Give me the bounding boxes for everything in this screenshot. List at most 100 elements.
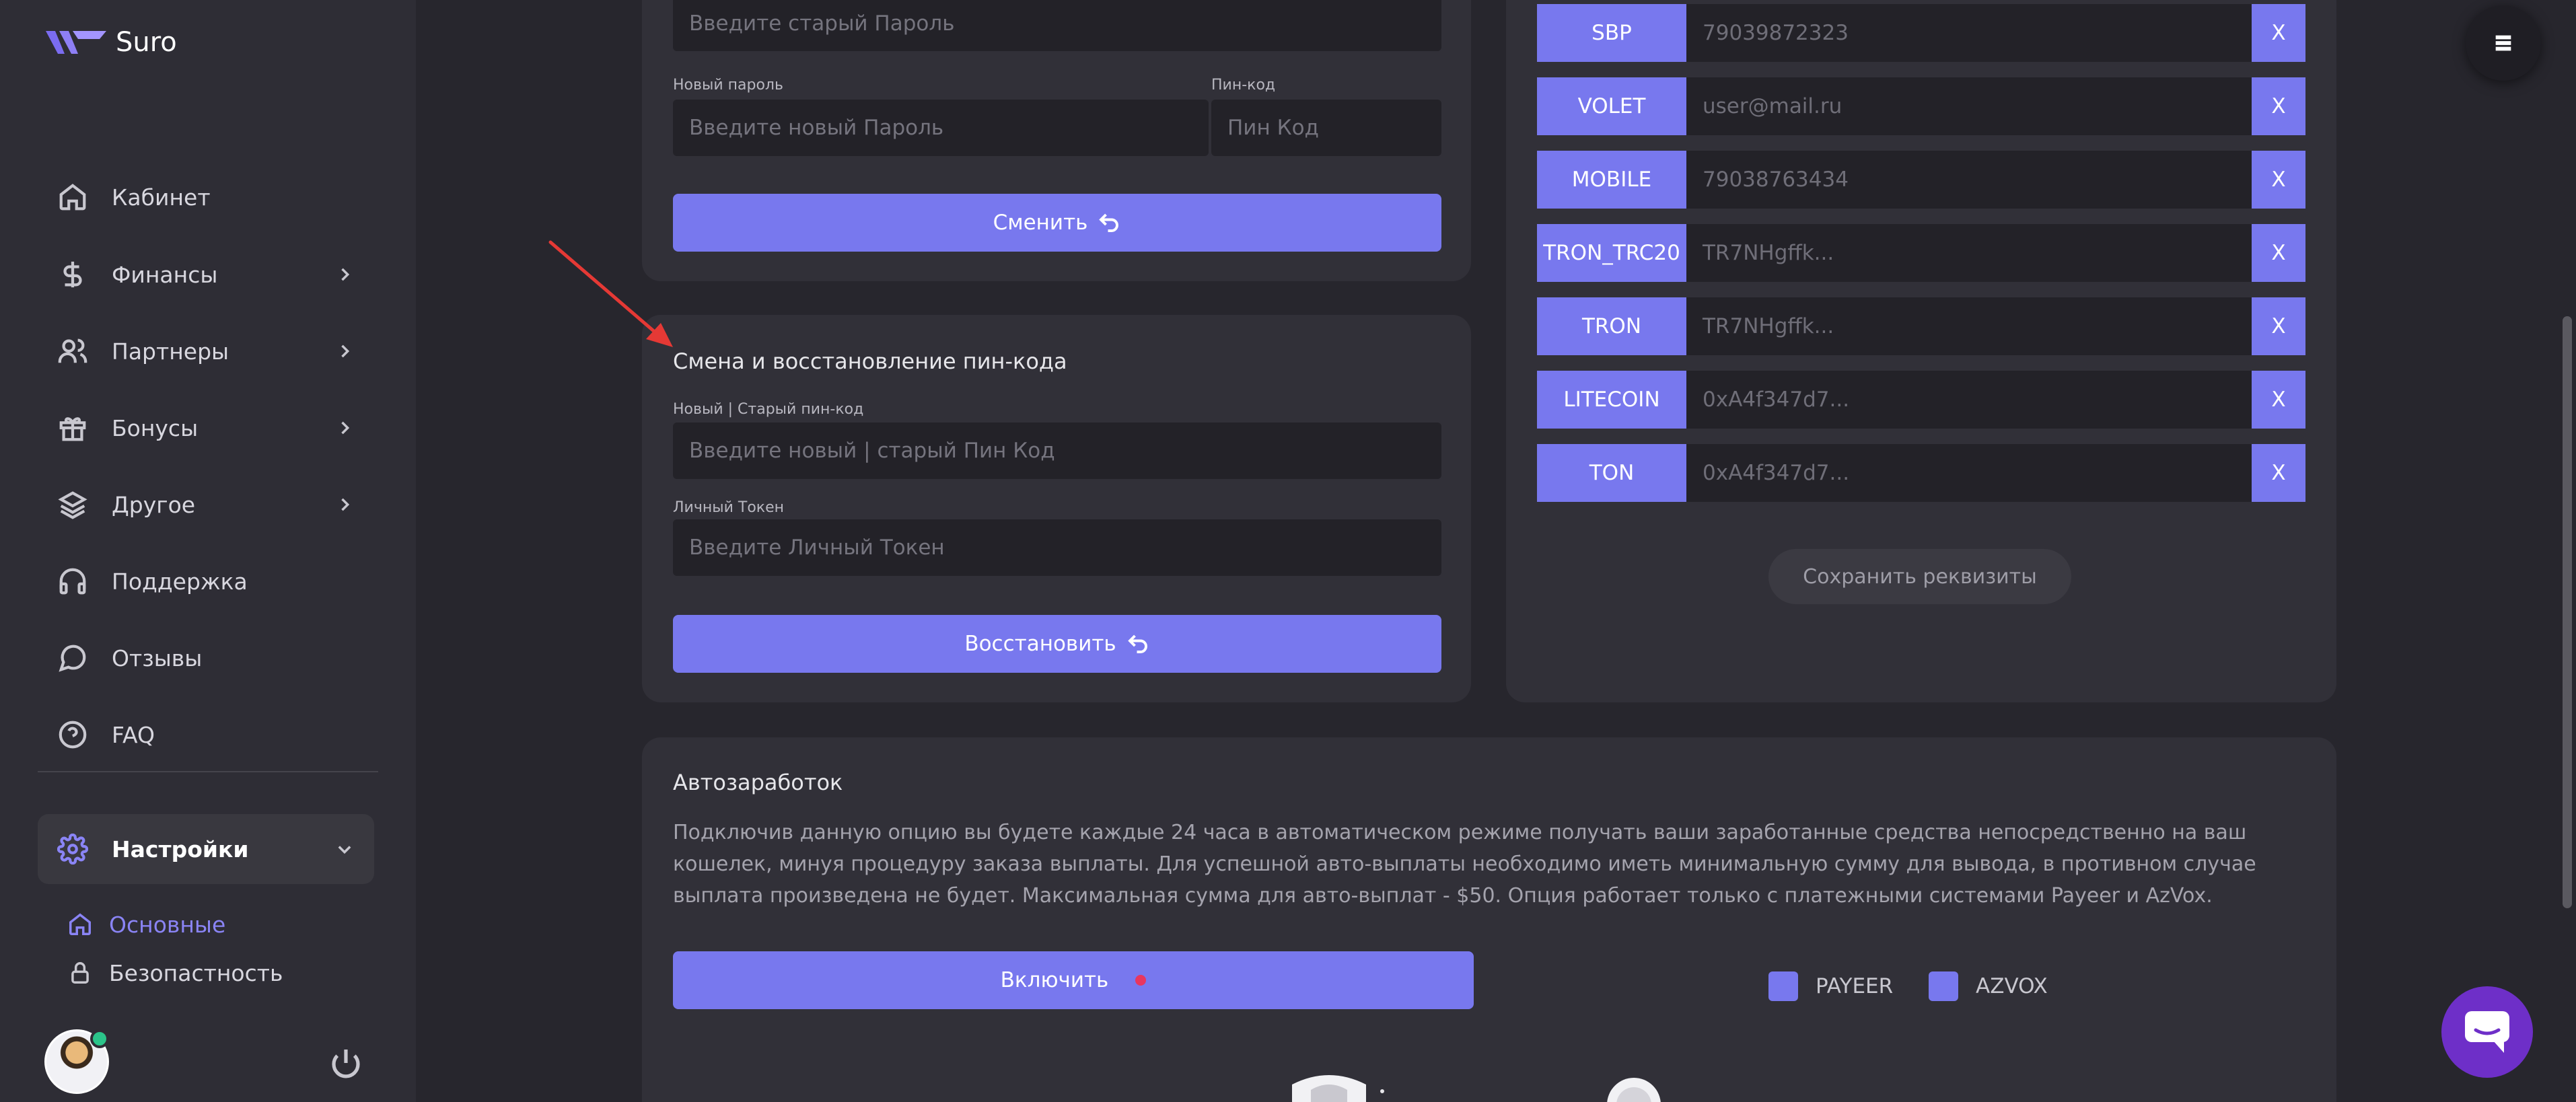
pin-label: Новый | Старый пин-код [673, 401, 864, 418]
sidebar-item-faq[interactable]: FAQ [38, 701, 374, 768]
dollar-icon [55, 257, 90, 292]
status-dot [1135, 975, 1147, 986]
requisite-row-tron: TRON TR7NHgffk... X [1537, 297, 2305, 355]
change-password-button[interactable]: Сменить [673, 194, 1441, 252]
undo-arrow-icon [1127, 634, 1147, 653]
layers-icon [55, 487, 90, 522]
requisite-tag: SBP [1537, 4, 1686, 62]
menu-button[interactable] [2466, 5, 2541, 81]
remove-requisite-button[interactable]: X [2252, 224, 2305, 282]
dot-icon [1380, 1089, 1384, 1093]
sidebar-item-label: Отзывы [112, 645, 203, 671]
requisite-input[interactable]: TR7NHgffk... [1686, 224, 2252, 282]
chevron-down-icon [335, 840, 354, 858]
checkbox-label: PAYEER [1816, 974, 1894, 998]
online-status-dot [90, 1029, 109, 1048]
sidebar-item-bonuses[interactable]: Бонусы [38, 394, 374, 462]
remove-requisite-button[interactable]: X [2252, 371, 2305, 429]
sidebar-item-label: Кабинет [112, 184, 211, 211]
requisite-input[interactable]: 0xA4f347d7... [1686, 371, 2252, 429]
sidebar-subitem-security[interactable]: Безопастность [67, 954, 283, 992]
enable-button-label: Включить [1000, 968, 1109, 992]
sidebar-item-reviews[interactable]: Отзывы [38, 624, 374, 692]
requisite-tag: TON [1537, 444, 1686, 502]
chevron-right-icon [335, 265, 354, 284]
logo-mark-icon [46, 31, 106, 54]
chevron-right-icon [335, 495, 354, 514]
undo-arrow-icon [1099, 213, 1119, 232]
token-label: Личный Токен [673, 499, 784, 516]
brand-name: Suro [116, 27, 177, 58]
sidebar-item-label: Бонусы [112, 414, 199, 441]
sidebar: Suro Кабинет Финансы Партнеры Бонусы Дру… [0, 0, 416, 1102]
gear-icon [55, 832, 90, 867]
gift-icon [55, 410, 90, 445]
partial-icons-row [1292, 1075, 1661, 1102]
requisite-input[interactable]: user@mail.ru [1686, 77, 2252, 135]
chat-button[interactable] [2441, 986, 2533, 1078]
remove-requisite-button[interactable]: X [2252, 4, 2305, 62]
pin-label: Пин-код [1211, 77, 1276, 94]
auto-earn-title: Автозаработок [673, 770, 843, 795]
sidebar-item-finance[interactable]: Финансы [38, 241, 374, 308]
chevron-right-icon [335, 342, 354, 361]
requisite-tag: TRON [1537, 297, 1686, 355]
sidebar-item-label: Поддержка [112, 568, 248, 595]
requisite-row-litecoin: LITECOIN 0xA4f347d7... X [1537, 371, 2305, 429]
sidebar-subitem-general[interactable]: Основные [67, 906, 225, 943]
message-circle-icon [55, 640, 90, 675]
azvox-checkbox-option[interactable]: AZVOX [1929, 971, 2048, 1001]
scrollbar[interactable] [2563, 316, 2572, 908]
sidebar-item-label: Другое [112, 491, 196, 518]
sidebar-item-cabinet[interactable]: Кабинет [38, 163, 374, 231]
requisite-tag: LITECOIN [1537, 371, 1686, 429]
personal-token-input[interactable]: Введите Личный Токен [673, 519, 1441, 576]
pin-input[interactable]: Пин Код [1211, 100, 1441, 156]
sidebar-item-settings[interactable]: Настройки [38, 814, 374, 884]
new-password-label: Новый пароль [673, 77, 783, 94]
remove-requisite-button[interactable]: X [2252, 297, 2305, 355]
auto-earn-description: Подключив данную опцию вы будете каждые … [673, 821, 2256, 908]
requisite-input[interactable]: TR7NHgffk... [1686, 297, 2252, 355]
chevron-right-icon [335, 418, 354, 437]
payeer-checkbox[interactable] [1768, 971, 1798, 1001]
azvox-checkbox[interactable] [1929, 971, 1958, 1001]
requisite-row-tron-trc20: TRON_TRC20 TR7NHgffk... X [1537, 224, 2305, 282]
home-icon [55, 180, 90, 215]
auto-earn-card [642, 737, 2336, 1102]
users-icon [55, 334, 90, 369]
requisite-input[interactable]: 79038763434 [1686, 151, 2252, 209]
payeer-checkbox-option[interactable]: PAYEER [1768, 971, 1893, 1001]
checkbox-label: AZVOX [1976, 974, 2048, 998]
restore-pin-button-label: Восстановить [964, 632, 1116, 656]
requisite-input[interactable]: 79039872323 [1686, 4, 2252, 62]
requisite-row-mobile: MOBILE 79038763434 X [1537, 151, 2305, 209]
requisite-row-ton: TON 0xA4f347d7... X [1537, 444, 2305, 502]
sidebar-item-label: Настройки [112, 836, 249, 862]
new-password-input[interactable]: Введите новый Пароль [673, 100, 1209, 156]
remove-requisite-button[interactable]: X [2252, 77, 2305, 135]
sidebar-item-label: Партнеры [112, 338, 229, 365]
remove-requisite-button[interactable]: X [2252, 151, 2305, 209]
requisite-tag: TRON_TRC20 [1537, 224, 1686, 282]
requisite-input[interactable]: 0xA4f347d7... [1686, 444, 2252, 502]
annotation-arrow-icon [548, 240, 673, 347]
lock-icon [71, 962, 89, 984]
chat-bubble-icon [2465, 1011, 2509, 1053]
sidebar-item-support[interactable]: Поддержка [38, 548, 374, 615]
logo[interactable]: Suro [46, 27, 177, 58]
headphones-icon [55, 564, 90, 599]
old-password-input[interactable]: Введите старый Пароль [673, 0, 1441, 51]
enable-auto-earn-button[interactable]: Включить [673, 951, 1474, 1009]
pin-card-title: Смена и восстановление пин-кода [673, 348, 1067, 374]
sidebar-item-label: FAQ [112, 721, 155, 748]
sidebar-item-label: Финансы [112, 261, 218, 288]
power-icon[interactable] [330, 1047, 362, 1079]
restore-pin-button[interactable]: Восстановить [673, 615, 1441, 673]
new-old-pin-input[interactable]: Введите новый | старый Пин Код [673, 423, 1441, 479]
remove-requisite-button[interactable]: X [2252, 444, 2305, 502]
requisite-row-sbp: SBP 79039872323 X [1537, 4, 2305, 62]
sidebar-item-other[interactable]: Другое [38, 471, 374, 538]
save-requisites-button[interactable]: Сохранить реквизиты [1768, 549, 2071, 604]
sidebar-item-partners[interactable]: Партнеры [38, 318, 374, 385]
